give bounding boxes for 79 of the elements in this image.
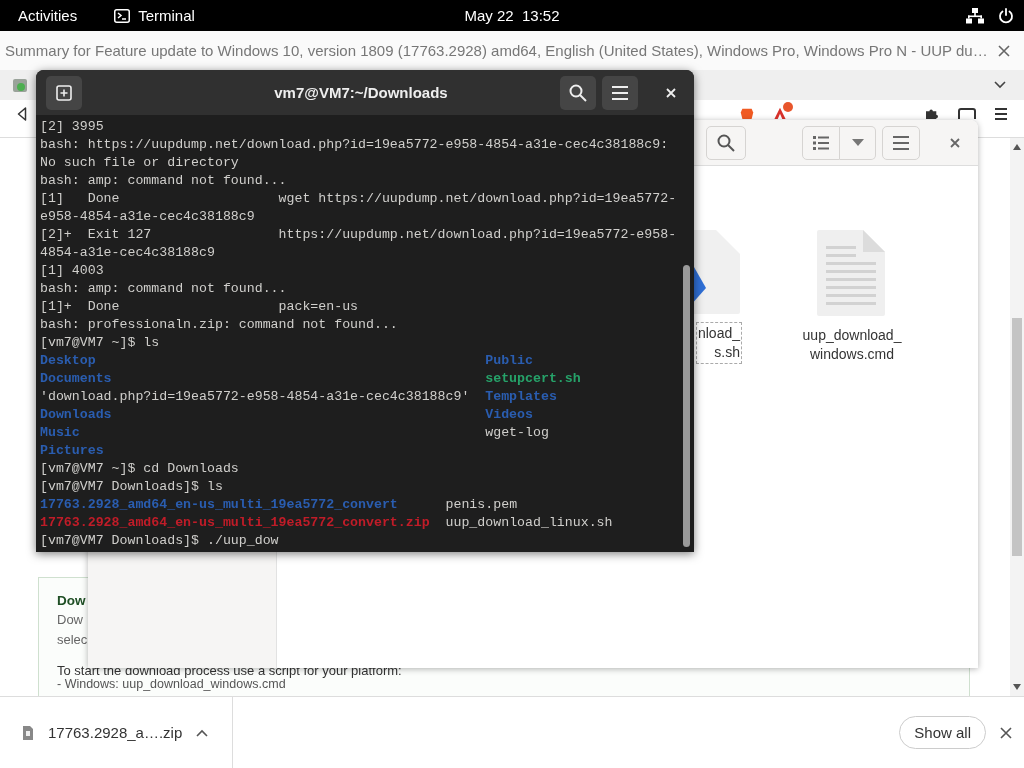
file-entry: 17763.2928_amd64_en-us_multi_19ea5772_convert (40, 496, 399, 514)
file-entry: Desktop (40, 352, 97, 370)
power-icon[interactable] (998, 7, 1014, 24)
terminal-line: [2] 3995 (40, 119, 104, 134)
list-view-icon (813, 135, 829, 150)
search-icon (569, 83, 587, 102)
menu-button[interactable] (602, 75, 638, 110)
terminal-line: 4854-a31e-cec4c38188c9 (40, 245, 215, 260)
terminal-line: [vm7@VM7 ~]$ cd Downloads (40, 461, 239, 476)
job-id: [1] (40, 190, 65, 208)
scroll-up-icon[interactable] (1013, 144, 1021, 150)
scrollbar[interactable] (683, 265, 690, 547)
file-entry: Public (485, 352, 534, 370)
file-entry: wget-log (485, 424, 550, 442)
menu-icon[interactable] (994, 107, 1008, 121)
job-id: [1]+ (40, 298, 73, 316)
new-tab-icon (56, 84, 72, 101)
card-text: selec (57, 631, 88, 649)
close-icon[interactable] (1000, 726, 1012, 739)
terminal-line: [1] 4003 (40, 263, 104, 278)
back-icon[interactable] (17, 107, 27, 121)
terminal-line: e958-4854-a31e-cec4c38188c9 (40, 209, 255, 224)
search-icon (717, 133, 735, 152)
new-tab-button[interactable] (46, 75, 82, 110)
card-heading: Dow (57, 592, 86, 610)
app-menu[interactable]: Terminal (138, 7, 195, 24)
file-entry: Documents (40, 370, 113, 388)
file-entry: setupcert.sh (485, 370, 581, 388)
job-command: https://uupdump.net/download.php?id=19ea5772-e958- (278, 226, 678, 244)
window-title: vm7@VM7:~/Downloads (273, 84, 449, 101)
terminal-icon (114, 8, 131, 23)
file-entry: Templates (485, 388, 558, 406)
job-status: Done (87, 190, 121, 208)
close-icon[interactable] (950, 137, 960, 148)
caret-icon[interactable] (196, 728, 209, 737)
scrollbar[interactable] (1010, 138, 1024, 696)
view-button[interactable] (802, 125, 840, 160)
chevron-icon[interactable] (994, 81, 1006, 89)
job-id: [2]+ (40, 226, 73, 244)
show-all-button[interactable]: Show all (899, 716, 986, 749)
job-command: wget https://uupdump.net/download.php?id=19ea5772- (278, 190, 678, 208)
search-button[interactable] (706, 125, 746, 160)
script-line: - Windows: uup_download_windows.cmd (57, 678, 286, 690)
card-text: Dow (57, 611, 83, 629)
window-title: Summary for Feature update to Windows 10, version 1809 (17763.2928) amd64, English (United States), Windows Pro, Windows Pro N - UUP du… (5, 42, 988, 59)
file-entry: penis.pem (445, 496, 519, 514)
download-item[interactable]: 17763.2928_a….zip (48, 724, 183, 741)
file-name[interactable]: uup_download_ windows.cmd (800, 324, 904, 366)
terminal-line: [vm7@VM7 Downloads]$ ls (40, 479, 223, 494)
job-command: pack=en-us (278, 298, 360, 316)
file-entry: 17763.2928_amd64_en-us_multi_19ea5772_convert.zip (40, 514, 430, 532)
job-status: Done (87, 298, 121, 316)
terminal-line: No such file or directory (40, 155, 239, 170)
terminal-line: bash: amp: command not found... (40, 281, 287, 296)
menu-button[interactable] (882, 125, 920, 160)
dropdown-button[interactable] (840, 125, 876, 160)
close-icon[interactable] (998, 44, 1010, 57)
job-status: Exit 127 (87, 226, 153, 244)
puzzle-icon[interactable] (924, 107, 940, 119)
menu-icon (893, 135, 909, 150)
network-icon[interactable] (966, 7, 984, 24)
clock[interactable]: May 22 13:52 (464, 7, 560, 24)
file-entry: uup_download_linux.sh (445, 514, 613, 532)
menu-icon (612, 85, 628, 100)
terminal-line: [vm7@VM7 ~]$ ls (40, 335, 160, 350)
terminal-line: [vm7@VM7 Downloads]$ ./uup_dow (40, 533, 279, 548)
file-entry: Downloads (40, 406, 113, 424)
file-entry: Videos (485, 406, 534, 424)
file-entry: Pictures (40, 442, 105, 460)
terminal-line: bash: professionaln.zip: command not found... (40, 317, 398, 332)
scroll-down-icon[interactable] (1013, 684, 1021, 690)
file-entry: Music (40, 424, 81, 442)
zip-file-icon (22, 724, 34, 741)
terminal-line: bash: https://uupdump.net/download.php?id=19ea5772-e958-4854-a31e-cec4c38188c9: (40, 137, 669, 152)
terminal-line: bash: amp: command not found... (40, 173, 287, 188)
file-name[interactable]: nload_ s.sh (695, 322, 742, 364)
file-entry: 'download.php?id=19ea5772-e958-4854-a31e-cec4c38188c9' (40, 388, 470, 406)
activities-button[interactable]: Activities (18, 7, 78, 24)
search-button[interactable] (560, 75, 596, 110)
